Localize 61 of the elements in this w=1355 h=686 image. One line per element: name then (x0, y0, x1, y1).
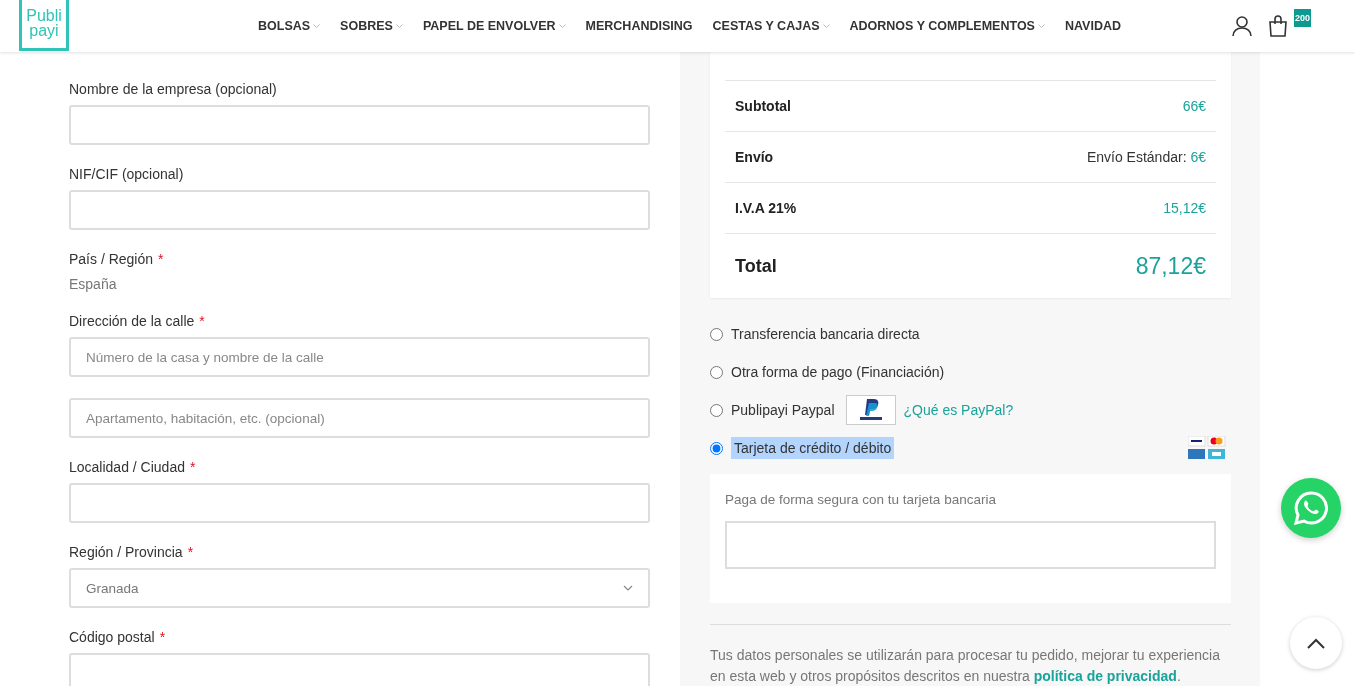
field-label: Nombre de la empresa (opcional) (69, 81, 277, 97)
field-label: Código postal (69, 629, 155, 645)
summary-value: 15,12€ (1163, 200, 1206, 216)
cart-count-badge: 200 (1293, 9, 1311, 27)
radio-button[interactable] (710, 403, 723, 417)
shipping-method: Envío Estándar: (1086, 149, 1188, 165)
card-payment-description: Paga de forma segura con tu tarjeta bancaria (725, 492, 997, 507)
nav-link[interactable]: ADORNOS Y COMPLEMENTOS (849, 19, 1045, 33)
field-label: Dirección de la calle (69, 313, 195, 329)
nav-link[interactable]: PAPEL DE ENVOLVER (422, 19, 566, 33)
field-label: Localidad / Ciudad (69, 459, 185, 475)
input-field[interactable]: Apartamento, habitación, etc. (opcional) (69, 398, 650, 438)
chat-bubble-icon (1294, 491, 1328, 525)
nav-link[interactable]: SOBRES (340, 19, 403, 33)
summary-label: I.V.A 21% (735, 200, 797, 216)
nav-link[interactable]: CESTAS Y CAJAS (712, 19, 830, 33)
total-label: Total (735, 255, 777, 277)
payment-option-label[interactable]: Tarjeta de crédito / débito (731, 437, 895, 459)
summary-label: Subtotal (735, 98, 791, 114)
privacy-notice: Tus datos personales se utilizarán para procesar tu pedido, mejorar tu experiencia en esta web y otros propósitos descritos en nuestra política de privacidad. (710, 646, 1221, 686)
shopping-bag-icon[interactable] (1268, 15, 1287, 37)
summary-label: Envío (735, 149, 774, 165)
scroll-to-top-button[interactable] (1290, 617, 1342, 669)
field-label: Región / Provincia (69, 544, 183, 560)
required-mark: * (190, 459, 196, 475)
summary-value: 6€ (1190, 149, 1206, 165)
total-value: 87,12€ (1135, 252, 1206, 280)
required-mark: * (199, 313, 205, 329)
chevron-up-icon (1307, 637, 1325, 649)
input-field[interactable] (69, 105, 650, 145)
chevron-down-icon (623, 585, 633, 591)
nav-link[interactable]: BOLSAS (258, 19, 321, 33)
caret-icon (558, 23, 566, 29)
field-label: País / Región (69, 251, 154, 267)
radio-button[interactable] (710, 441, 723, 455)
payment-option-label[interactable]: Publipayi Paypal (731, 402, 835, 418)
caret-icon (822, 23, 830, 29)
caret-icon (1037, 23, 1045, 29)
input-field[interactable]: Número de la casa y nombre de la calle (69, 337, 650, 377)
whatsapp-button[interactable] (1281, 478, 1341, 538)
required-mark: * (158, 251, 164, 267)
field-value: España (69, 276, 118, 292)
nav-link[interactable]: MERCHANDISING (585, 19, 693, 33)
field-label: NIF/CIF (opcional) (69, 166, 184, 182)
user-icon[interactable] (1231, 16, 1252, 36)
input-field[interactable] (69, 190, 650, 230)
caret-icon (395, 23, 403, 29)
select-field[interactable]: Granada (69, 568, 650, 608)
radio-button[interactable] (710, 365, 723, 379)
credit-cards-icon (1188, 436, 1226, 460)
input-field[interactable] (69, 653, 650, 686)
payment-option-label[interactable]: Transferencia bancaria directa (731, 326, 920, 342)
required-mark: * (187, 544, 194, 560)
radio-button[interactable] (710, 327, 723, 341)
card-number-field[interactable] (725, 521, 1216, 569)
caret-icon (313, 23, 321, 29)
input-field[interactable] (69, 483, 650, 523)
summary-value: 66€ (1182, 98, 1206, 114)
nav-link[interactable]: NAVIDAD (1064, 19, 1121, 33)
required-mark: * (159, 629, 166, 645)
payment-option-label[interactable]: Otra forma de pago (Financiación) (731, 364, 945, 380)
